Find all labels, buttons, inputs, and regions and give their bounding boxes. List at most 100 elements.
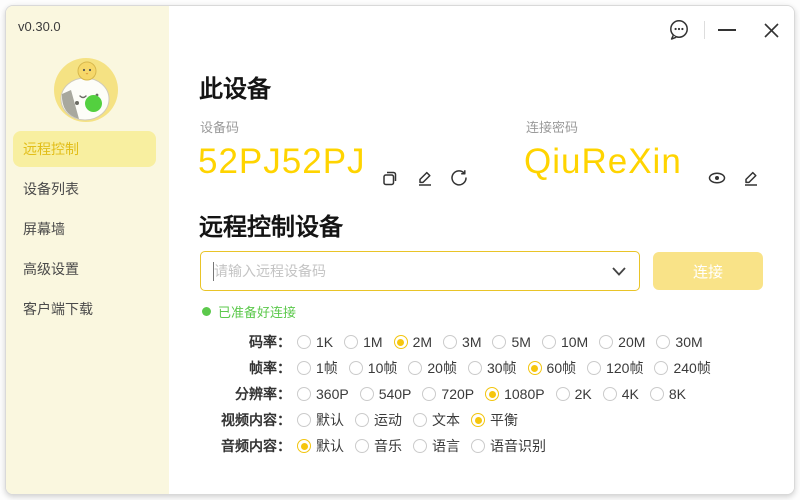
- radio-icon[interactable]: [413, 413, 427, 427]
- titlebar-divider: [704, 21, 705, 39]
- radio-option-label: 音乐: [374, 436, 402, 456]
- radio-option[interactable]: 平衡: [471, 410, 518, 430]
- radio-icon[interactable]: [360, 387, 374, 401]
- radio-option-label: 5M: [511, 334, 530, 350]
- radio-option[interactable]: 4K: [603, 386, 639, 402]
- connection-status: 已准备好连接: [202, 302, 296, 321]
- remote-device-code-field[interactable]: [200, 251, 640, 291]
- edit-password-icon[interactable]: [741, 168, 761, 188]
- chat-bubble-icon[interactable]: [667, 18, 691, 42]
- password-label: 连接密码: [526, 117, 578, 136]
- radio-icon[interactable]: [297, 361, 311, 375]
- sidebar-item-label: 设备列表: [23, 179, 79, 199]
- radio-option[interactable]: 运动: [355, 410, 402, 430]
- radio-option[interactable]: 240帧: [654, 358, 710, 378]
- radio-icon[interactable]: [355, 413, 369, 427]
- radio-option-label: 360P: [316, 386, 349, 402]
- radio-icon[interactable]: [468, 361, 482, 375]
- radio-icon[interactable]: [542, 335, 556, 349]
- radio-option[interactable]: 默认: [297, 410, 344, 430]
- radio-icon[interactable]: [471, 413, 485, 427]
- close-button[interactable]: [763, 22, 780, 39]
- radio-option[interactable]: 10M: [542, 334, 588, 350]
- radio-icon[interactable]: [349, 361, 363, 375]
- radio-option[interactable]: 5M: [492, 334, 530, 350]
- radio-option[interactable]: 3M: [443, 334, 481, 350]
- sidebar-item-1[interactable]: 设备列表: [13, 171, 156, 207]
- remote-device-code-input[interactable]: [214, 252, 604, 290]
- radio-icon[interactable]: [297, 413, 311, 427]
- radio-icon[interactable]: [344, 335, 358, 349]
- radio-option[interactable]: 540P: [360, 386, 412, 402]
- radio-icon[interactable]: [656, 335, 670, 349]
- radio-option-label: 540P: [379, 386, 412, 402]
- radio-icon[interactable]: [471, 439, 485, 453]
- sidebar-item-4[interactable]: 客户端下载: [13, 291, 156, 327]
- edit-device-code-icon[interactable]: [415, 168, 435, 188]
- radio-icon[interactable]: [485, 387, 499, 401]
- radio-icon[interactable]: [297, 387, 311, 401]
- radio-option[interactable]: 语音识别: [471, 436, 546, 456]
- show-password-eye-icon[interactable]: [707, 168, 727, 188]
- radio-group: 默认运动文本平衡: [297, 410, 529, 430]
- radio-icon[interactable]: [422, 387, 436, 401]
- chevron-down-icon[interactable]: [612, 267, 626, 276]
- radio-option[interactable]: 30帧: [468, 358, 517, 378]
- radio-icon[interactable]: [599, 335, 613, 349]
- radio-group: 默认 音乐语言语音识别: [297, 436, 557, 456]
- radio-option[interactable]: 720P: [422, 386, 474, 402]
- radio-option[interactable]: 语言: [413, 436, 460, 456]
- radio-option[interactable]: 1K: [297, 334, 333, 350]
- minimize-button[interactable]: [718, 29, 736, 31]
- radio-option[interactable]: 文本: [413, 410, 460, 430]
- radio-icon[interactable]: [443, 335, 457, 349]
- radio-icon[interactable]: [603, 387, 617, 401]
- radio-option[interactable]: 30M: [656, 334, 702, 350]
- radio-option[interactable]: 默认: [297, 436, 344, 456]
- sidebar-item-0[interactable]: 远程控制: [13, 131, 156, 167]
- radio-group: 1帧 10帧 20帧 30帧 60帧 120帧 240帧: [297, 358, 722, 378]
- app-version: v0.30.0: [18, 19, 61, 34]
- radio-icon[interactable]: [587, 361, 601, 375]
- radio-option[interactable]: 120帧: [587, 358, 643, 378]
- sidebar-item-2[interactable]: 屏幕墙: [13, 211, 156, 247]
- settings-row: 音频内容： 默认 音乐语言语音识别: [169, 433, 794, 459]
- radio-group: 360P 540P 720P 1080P 2K 4K 8K: [297, 386, 697, 402]
- radio-icon[interactable]: [556, 387, 570, 401]
- radio-icon[interactable]: [654, 361, 668, 375]
- settings-row-label: 音频内容：: [169, 436, 291, 456]
- radio-option[interactable]: 1080P: [485, 386, 544, 402]
- radio-option[interactable]: 360P: [297, 386, 349, 402]
- radio-option[interactable]: 2K: [556, 386, 592, 402]
- radio-icon[interactable]: [492, 335, 506, 349]
- radio-option-label: 30M: [675, 334, 702, 350]
- avatar-image: [54, 58, 118, 122]
- radio-icon[interactable]: [650, 387, 664, 401]
- radio-option[interactable]: 音乐: [355, 436, 402, 456]
- radio-icon[interactable]: [408, 361, 422, 375]
- radio-icon[interactable]: [297, 439, 311, 453]
- radio-icon[interactable]: [394, 335, 408, 349]
- radio-option-label: 20帧: [427, 358, 457, 378]
- radio-option[interactable]: 2M: [394, 334, 432, 350]
- radio-option[interactable]: 20帧: [408, 358, 457, 378]
- refresh-icon[interactable]: [449, 167, 469, 187]
- radio-option[interactable]: 20M: [599, 334, 645, 350]
- copy-icon[interactable]: [380, 168, 400, 188]
- radio-option-label: 默认: [316, 410, 344, 430]
- radio-option[interactable]: 60帧: [528, 358, 577, 378]
- radio-option[interactable]: 1M: [344, 334, 382, 350]
- titlebar-spacer: [749, 21, 750, 39]
- radio-group: 1K 1M 2M 3M 5M 10M 20M 30M: [297, 334, 714, 350]
- radio-option[interactable]: 1帧: [297, 358, 338, 378]
- sidebar-item-3[interactable]: 高级设置: [13, 251, 156, 287]
- radio-icon[interactable]: [355, 439, 369, 453]
- radio-option-label: 30帧: [487, 358, 517, 378]
- radio-option-label: 3M: [462, 334, 481, 350]
- connect-button[interactable]: 连接: [653, 252, 763, 290]
- radio-icon[interactable]: [528, 361, 542, 375]
- radio-icon[interactable]: [297, 335, 311, 349]
- radio-option[interactable]: 8K: [650, 386, 686, 402]
- radio-option[interactable]: 10帧: [349, 358, 398, 378]
- radio-icon[interactable]: [413, 439, 427, 453]
